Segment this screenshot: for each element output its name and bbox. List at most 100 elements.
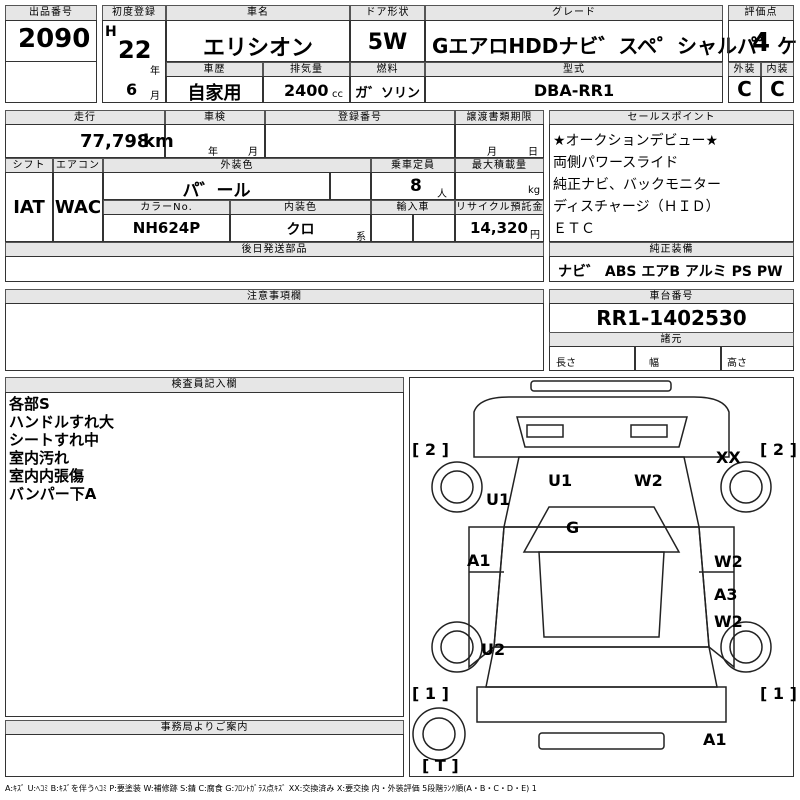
month-unit: 月: [150, 91, 160, 102]
hood-outline: [473, 396, 730, 458]
lot-lower-box: [5, 61, 97, 103]
inspect-month-unit: 月: [248, 147, 258, 158]
regno-box: [265, 124, 455, 158]
capacity-label: 乗車定員: [371, 158, 455, 173]
spec-width: 幅: [649, 358, 659, 369]
later-parts-box: [5, 256, 544, 282]
interior-color: クロ: [286, 222, 315, 238]
mark-w2-right2: W2: [714, 612, 743, 631]
transfer-label: 譲渡書類期限: [455, 110, 544, 125]
inspector-line: バンパー下A: [9, 485, 97, 503]
sales-item: 純正ナビ、バックモニター: [553, 177, 721, 193]
mark-u1-left: U1: [486, 490, 511, 509]
wheel-rear-right: [729, 630, 763, 664]
specs-label: 諸元: [549, 332, 794, 347]
tire-grade-fr: [ 2 ]: [760, 440, 797, 459]
equipment: ナビ゛ ABS エアB アルミ PS PW: [558, 264, 783, 280]
car-name: エリシオン: [202, 36, 313, 61]
ac-label: エアコン: [53, 158, 103, 173]
tire-rear-left: [431, 621, 483, 673]
wheel-front-left: [440, 470, 474, 504]
tire-grade-fl: [ 2 ]: [412, 440, 449, 459]
mark-w2-roof: W2: [634, 471, 663, 490]
tailgate-outline: [538, 732, 665, 750]
wheel-front-right: [729, 470, 763, 504]
capacity: 8: [410, 176, 422, 196]
sales-list: ★オークションデビュー★ 両側パワースライド 純正ナビ、バックモニター ディスチ…: [553, 130, 721, 240]
int-grade: C: [770, 77, 785, 101]
era: H: [105, 24, 117, 40]
tire-front-right: [720, 461, 772, 513]
intcolor-label: 内装色: [230, 200, 371, 215]
mark-a3: A3: [714, 585, 738, 604]
import-box-b: [413, 214, 455, 242]
inspector-notes: 各部S ハンドルすれ大 シートすれ中 室内汚れ 室内内張傷 バンパー下A: [9, 395, 114, 503]
disp-label: 排気量: [263, 62, 350, 77]
office-label: 事務局よりご案内: [5, 720, 404, 735]
sales-item: 両側パワースライド: [553, 155, 679, 171]
grade-label: グレード: [425, 5, 723, 21]
mileage: 77,798: [80, 131, 150, 152]
roof-outline: [503, 456, 700, 528]
car-diagram: [412, 380, 772, 761]
color-number: NH624P: [132, 219, 201, 237]
wiper-right: [630, 424, 668, 438]
spare-tire-grade: [ T ]: [422, 756, 459, 775]
spare-tire: [412, 707, 466, 761]
score-label: 評価点: [728, 5, 794, 21]
reg-year: 22: [118, 36, 152, 64]
year-unit: 年: [150, 66, 160, 77]
regno-label: 登録番号: [265, 110, 455, 125]
wiper-left: [526, 424, 564, 438]
inspect-year-unit: 年: [208, 147, 218, 158]
notes-label: 注意事項欄: [5, 289, 544, 304]
ext-label: 外装: [728, 62, 761, 77]
door-type: 5W: [367, 30, 408, 55]
history-label: 車歴: [166, 62, 263, 77]
inspector-line: シートすれ中: [9, 431, 100, 449]
lot-number: 2090: [18, 24, 91, 54]
inspector-line: 各部S: [9, 395, 50, 413]
notes-box: [5, 303, 544, 371]
shift-label: シフト: [5, 158, 53, 173]
disp-unit: cc: [332, 89, 343, 100]
capacity-unit: 人: [437, 189, 447, 200]
shift: IAT: [13, 197, 45, 218]
sales-item: ディスチャージ（ＨＩＤ）: [553, 199, 720, 215]
mileage-label: 走行: [5, 110, 165, 125]
office-box: [5, 734, 404, 777]
mark-a1-bottom: A1: [703, 730, 727, 749]
model-label: 型式: [425, 62, 723, 77]
chassis-number: RR1-1402530: [596, 306, 747, 330]
first-reg-label: 初度登録: [102, 5, 166, 21]
tire-front-left: [431, 461, 483, 513]
fuel-label: 燃料: [350, 62, 425, 77]
center-panel: [522, 506, 681, 553]
intcolor-unit: 系: [356, 232, 366, 243]
int-label: 内装: [761, 62, 794, 77]
later-parts-label: 後日発送部品: [5, 242, 544, 257]
wheel-rear-left: [440, 630, 474, 664]
mark-w2-right1: W2: [714, 552, 743, 571]
sales-item: ＥＴＣ: [553, 221, 595, 237]
mark-a1-left: A1: [467, 551, 491, 570]
recycle-label: リサイクル預託金: [455, 200, 544, 215]
rear-glass: [485, 646, 718, 688]
colorno-label: カラーNo.: [103, 200, 230, 215]
mark-u1-roof: U1: [548, 471, 573, 490]
body-outline: [493, 526, 710, 648]
import-box-a: [371, 214, 413, 242]
mark-g: G: [566, 518, 580, 537]
spec-length: 長さ: [556, 358, 576, 369]
recycle-fee: 14,320: [470, 219, 528, 237]
tire-grade-rl: [ 1 ]: [412, 684, 449, 703]
color-label: 外装色: [103, 158, 371, 173]
mark-xx: XX: [716, 448, 741, 467]
sales-label: セールスポイント: [549, 110, 794, 125]
rear-roof: [538, 551, 665, 638]
windshield-outline: [516, 416, 688, 448]
spec-height: 高さ: [727, 358, 747, 369]
chassis-label: 車台番号: [549, 289, 794, 304]
door-label: ドア形状: [350, 5, 425, 21]
rear-bumper-outline: [476, 686, 727, 723]
